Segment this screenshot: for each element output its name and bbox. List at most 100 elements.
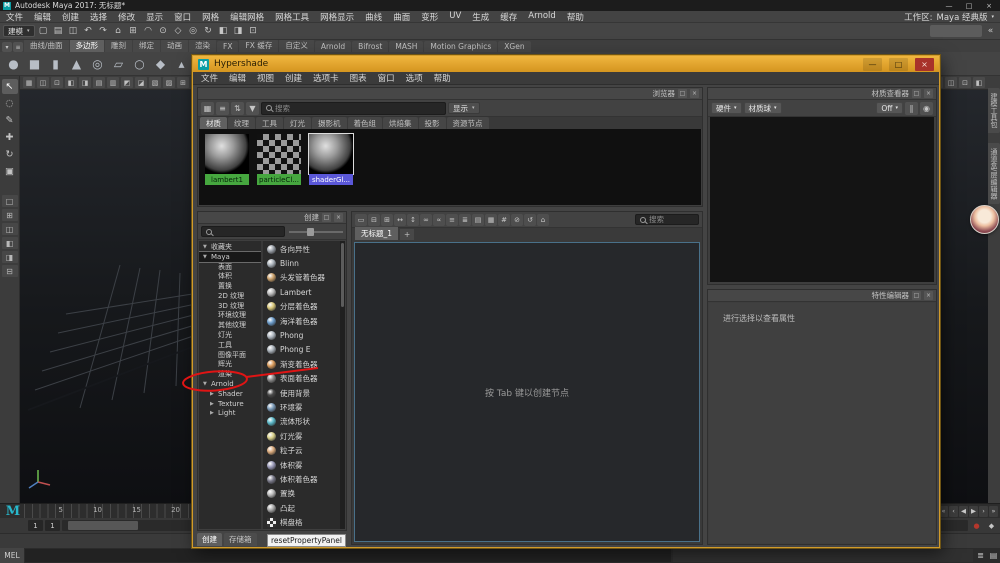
graph-tool-icon[interactable]: ↺ — [524, 213, 536, 226]
viewport-bar-icon[interactable]: ▦ — [23, 77, 35, 88]
node-list-item[interactable]: 体积雾 — [263, 458, 345, 472]
float-panel-icon[interactable]: □ — [912, 291, 921, 300]
browser-tab[interactable]: 着色组 — [347, 117, 382, 129]
poly-sphere-icon[interactable]: ● — [4, 54, 23, 73]
poly-platonic-icon[interactable]: ◆ — [151, 54, 170, 73]
node-list-item[interactable]: 海洋着色器 — [263, 314, 345, 328]
node-list-item[interactable]: 凸起 — [263, 501, 345, 515]
save-scene-icon[interactable]: ◫ — [67, 25, 80, 38]
node-list-item[interactable]: 各向异性 — [263, 242, 345, 256]
layout-single-pane-button[interactable]: □ — [1, 195, 18, 207]
particleCl...[interactable]: particleCl... — [257, 134, 301, 185]
command-input[interactable] — [25, 549, 671, 562]
menu-item[interactable]: 选项 — [406, 72, 423, 84]
command-line-toggle-icon[interactable]: ▤ — [987, 548, 1000, 563]
menu-set-dropdown[interactable]: 建模 ▾ — [3, 25, 35, 37]
viewport-bar-icon[interactable]: ▧ — [149, 77, 161, 88]
expand-arrow-icon[interactable]: ▶ — [210, 391, 216, 397]
graph-tool-icon[interactable]: ∝ — [433, 213, 445, 226]
environment-dropdown[interactable]: Off ▾ — [876, 102, 903, 114]
lambert1[interactable]: lambert1 — [205, 134, 249, 185]
category-item[interactable]: 环境纹理 — [199, 311, 261, 321]
go-to-start-button[interactable]: « — [939, 505, 948, 517]
category-item[interactable]: 灯光 — [199, 330, 261, 340]
renderer-dropdown[interactable]: 硬件 ▾ — [711, 102, 742, 114]
node-graph-canvas[interactable]: 按 Tab 键以创建节点 — [354, 242, 700, 542]
material-preview-area[interactable] — [710, 117, 934, 282]
layout-outliner-button[interactable]: ◧ — [1, 237, 18, 249]
graph-tool-icon[interactable]: ⊞ — [381, 213, 393, 226]
shelf-tab[interactable]: MASH — [389, 41, 424, 52]
swatch-view-icon[interactable]: ▦ — [201, 101, 214, 115]
menu-item[interactable]: 生成 — [472, 11, 489, 23]
node-list-item[interactable]: Phong E — [263, 343, 345, 357]
shelf-tab[interactable]: 曲线/曲面 — [24, 40, 69, 52]
shelf-tab[interactable]: Motion Graphics — [424, 41, 498, 52]
poly-plane-icon[interactable]: ▱ — [109, 54, 128, 73]
create-bottom-tab[interactable]: 创建 — [197, 533, 222, 546]
shelf-tab[interactable]: Bifrost — [352, 41, 389, 52]
float-panel-icon[interactable]: □ — [322, 213, 331, 222]
shelf-tab[interactable]: 多边形 — [69, 40, 105, 52]
go-to-end-button[interactable]: » — [989, 505, 998, 517]
graph-tool-icon[interactable]: # — [498, 213, 510, 226]
close-button[interactable]: × — [915, 57, 934, 71]
poly-cylinder-icon[interactable]: ▮ — [46, 54, 65, 73]
shelf-tab[interactable]: 渲染 — [189, 40, 217, 52]
graph-tool-icon[interactable]: ⊟ — [368, 213, 380, 226]
menu-item[interactable]: UV — [449, 11, 461, 23]
node-list-item[interactable]: Blinn — [263, 256, 345, 270]
node-list-item[interactable]: 环境雾 — [263, 400, 345, 414]
menu-item[interactable]: 帮助 — [434, 72, 451, 84]
swatch-size-slider[interactable] — [289, 227, 343, 237]
menu-item[interactable]: 选择 — [90, 11, 107, 23]
menu-item[interactable]: 视图 — [257, 72, 274, 84]
viewport-bar-icon[interactable]: ▤ — [93, 77, 105, 88]
poly-cone-icon[interactable]: ▲ — [67, 54, 86, 73]
hypershade-title-bar[interactable]: M Hypershade — □ × — [193, 56, 939, 72]
browser-tab[interactable]: 资源节点 — [446, 117, 489, 129]
play-button[interactable]: ▶ — [969, 505, 978, 517]
animation-preferences-icon[interactable]: ◆ — [985, 519, 998, 532]
shelf-tab[interactable]: 动画 — [161, 40, 189, 52]
close-panel-icon[interactable]: × — [924, 291, 933, 300]
menu-item[interactable]: 编辑 — [229, 72, 246, 84]
menu-item[interactable]: 选项卡 — [313, 72, 339, 84]
work-area-tab[interactable]: 无标题_1 — [355, 227, 399, 240]
category-item[interactable]: 表面 — [199, 262, 261, 272]
layout-hypershade-button[interactable]: ◨ — [1, 251, 18, 263]
sidebar-toggle-icon[interactable]: « — [984, 25, 997, 38]
node-list-item[interactable]: 分层着色器 — [263, 300, 345, 314]
snap-to-point-icon[interactable]: ⊙ — [157, 25, 170, 38]
filter-icon[interactable]: ▼ — [246, 101, 259, 115]
input-field[interactable] — [930, 25, 982, 37]
viewport-bar-icon[interactable]: ◩ — [121, 77, 133, 88]
viewport-bar-icon[interactable]: ◨ — [79, 77, 91, 88]
maximize-button[interactable]: □ — [889, 57, 908, 71]
shelf-tab[interactable]: FX 缓存 — [239, 40, 279, 52]
scale-tool[interactable]: ▣ — [2, 164, 18, 179]
menu-item[interactable]: 缓存 — [500, 11, 517, 23]
list-view-icon[interactable]: ≡ — [216, 101, 229, 115]
minimize-button[interactable]: — — [863, 57, 882, 71]
select-tool[interactable]: ↖ — [1, 79, 18, 94]
script-editor-icon[interactable]: ≣ — [974, 548, 987, 563]
poly-cube-icon[interactable]: ■ — [25, 54, 44, 73]
browser-tab[interactable]: 灯光 — [284, 117, 311, 129]
node-list-item[interactable]: 体积着色器 — [263, 472, 345, 486]
shelf-tab-selector-icon[interactable]: ▾ — [2, 42, 12, 52]
shelf-tab[interactable]: XGen — [498, 41, 531, 52]
menu-item[interactable]: 创建 — [285, 72, 302, 84]
shaderGl...[interactable]: shaderGl... — [308, 133, 354, 185]
open-scene-icon[interactable]: ▤ — [52, 25, 65, 38]
menu-item[interactable]: 窗口 — [174, 11, 191, 23]
render-current-frame-icon[interactable]: ◧ — [217, 25, 230, 38]
search-input[interactable]: 搜索 — [635, 214, 699, 225]
playback-start-field[interactable]: 1 — [45, 520, 60, 531]
browser-tab[interactable]: 烘焙集 — [383, 117, 418, 129]
viewport-bar-icon[interactable]: ◧ — [973, 77, 985, 88]
close-panel-icon[interactable]: × — [690, 89, 699, 98]
step-back-button[interactable]: ‹ — [949, 505, 958, 517]
graph-tool-icon[interactable]: ▭ — [355, 213, 367, 226]
graph-tool-icon[interactable]: ▤ — [472, 213, 484, 226]
